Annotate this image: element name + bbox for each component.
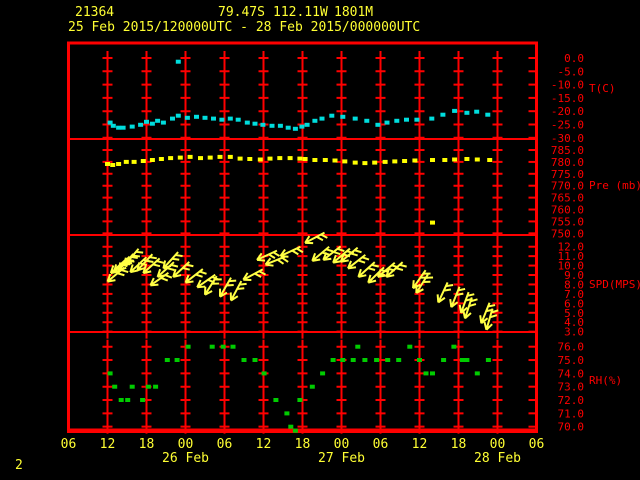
pressure-series — [105, 154, 493, 225]
hour-label: 12 — [256, 437, 272, 452]
wind_speed-tick-label: 3.0 — [564, 326, 584, 339]
hour-label: 12 — [412, 437, 428, 452]
relative_humidity-series — [107, 344, 491, 433]
timeseries-plot: 0.0-5.0-10.0-15.0-20.0-25.0-30.0T(C)785.… — [61, 41, 640, 466]
date-label: 26 Feb — [162, 451, 209, 466]
time-axis-labels: 06 12 18 00 06 12 18 00 06 12 18 00 06 26 Feb 27 Feb 28… — [61, 437, 545, 466]
wind_speed-unit-label: SPD(MPS) — [589, 278, 640, 291]
relative_humidity-tick-label: 75.0 — [558, 354, 585, 367]
hour-label: 00 — [178, 437, 194, 452]
temperature-tick-label: 0.0 — [564, 52, 584, 65]
hour-label: 06 — [529, 437, 545, 452]
temperature-unit-label: T(C) — [589, 82, 616, 95]
relative_humidity-tick-label: 73.0 — [558, 381, 585, 394]
hour-label: 18 — [451, 437, 467, 452]
relative_humidity-tick-label: 76.0 — [558, 341, 585, 354]
pressure-unit-label: Pre (mb) — [589, 179, 640, 192]
date-label: 28 Feb — [474, 451, 521, 466]
relative_humidity-tick-label: 71.0 — [558, 407, 585, 420]
right-axis-labels: 0.0-5.0-10.0-15.0-20.0-25.0-30.0T(C)785.… — [528, 52, 640, 434]
temperature-tick-label: -5.0 — [558, 65, 585, 78]
hour-label: 06 — [217, 437, 233, 452]
hour-label: 06 — [61, 437, 77, 452]
relative_humidity-unit-label: RH(%) — [589, 374, 622, 387]
temperature-tick-label: -30.0 — [551, 132, 584, 145]
temperature-tick-label: -10.0 — [551, 79, 584, 92]
hour-label: 18 — [295, 437, 311, 452]
temperature-tick-label: -20.0 — [551, 105, 584, 118]
temperature-tick-label: -25.0 — [551, 119, 584, 132]
hour-label: 18 — [139, 437, 155, 452]
relative_humidity-tick-label: 72.0 — [558, 394, 585, 407]
temperature-tick-label: -15.0 — [551, 92, 584, 105]
grid-marks — [102, 51, 503, 434]
hour-label: 06 — [373, 437, 389, 452]
hour-label: 00 — [490, 437, 506, 452]
hour-label: 00 — [334, 437, 350, 452]
pressure-tick-label: 750.0 — [551, 227, 584, 240]
station-timeseries-screen: 21364 79.47S 112.11W 1801M 25 Feb 2015/1… — [0, 0, 640, 480]
hour-label: 12 — [100, 437, 116, 452]
relative_humidity-tick-label: 74.0 — [558, 367, 585, 380]
date-label: 27 Feb — [318, 451, 365, 466]
relative_humidity-tick-label: 70.0 — [558, 421, 585, 434]
